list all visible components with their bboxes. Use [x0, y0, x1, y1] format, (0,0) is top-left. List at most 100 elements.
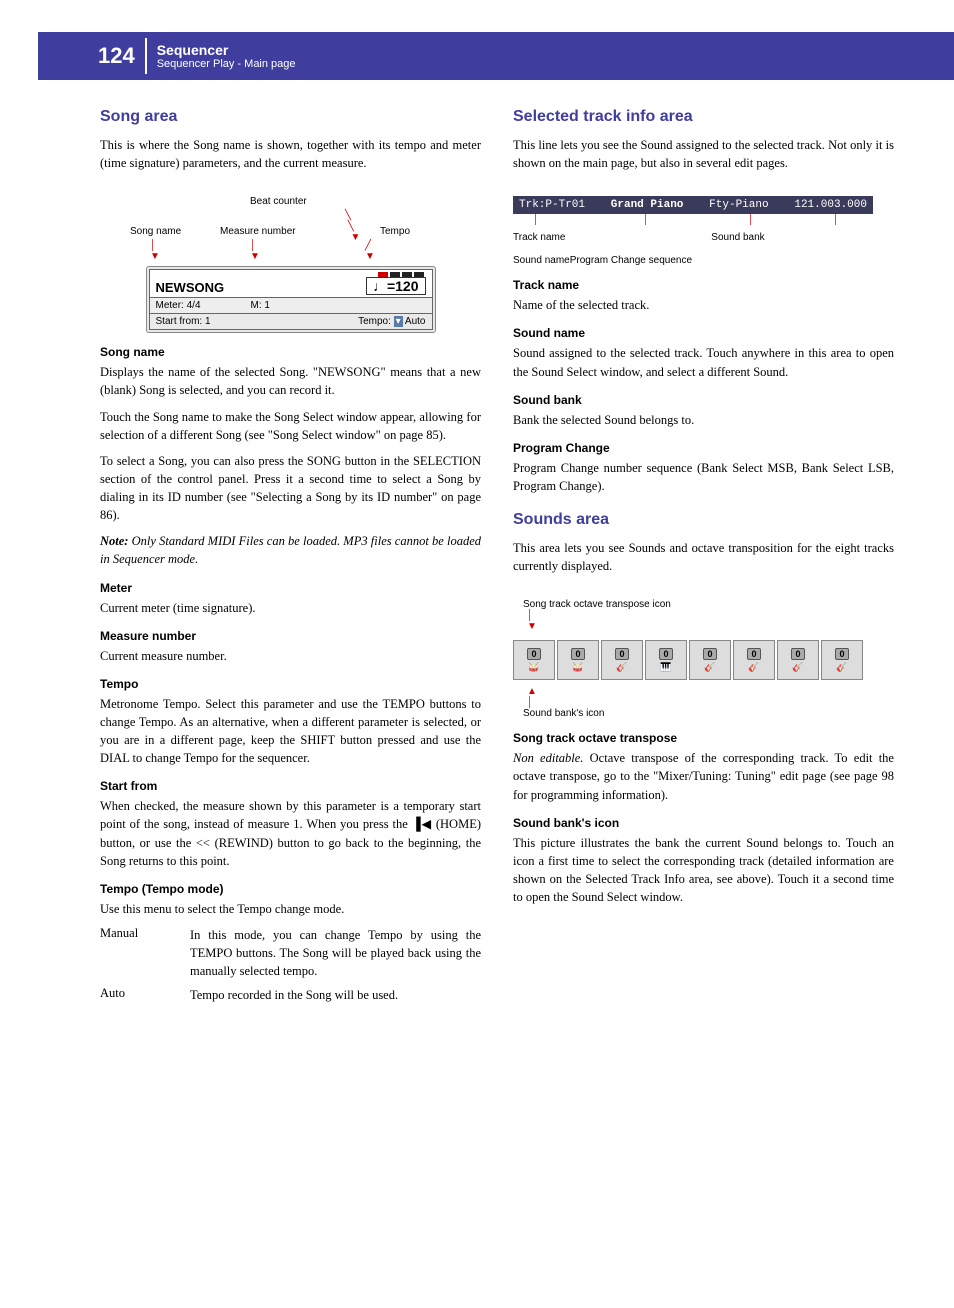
heading-tempo-mode: Tempo (Tempo mode)	[100, 882, 481, 896]
song-name-display: NEWSONG	[156, 280, 225, 295]
track-info-bar: Trk:P-Tr01 Grand Piano Fty-Piano 121.003…	[513, 196, 873, 214]
start-from-display: Start from: 1	[156, 316, 211, 327]
heading-sound-name: Sound name	[513, 326, 894, 340]
sound-name-p: Sound assigned to the selected track. To…	[513, 344, 894, 380]
heading-measure-number: Measure number	[100, 629, 481, 643]
label-octave-transpose: Song track octave transpose icon	[523, 599, 894, 610]
tempo-mode-list: Manual In this mode, you can change Temp…	[100, 926, 481, 1005]
label-program-change: Program Change sequence	[570, 255, 692, 266]
track-icon: 0🎸	[777, 640, 819, 680]
heading-track-name: Track name	[513, 278, 894, 292]
label-track-name: Track name	[513, 232, 603, 243]
heading-sound-bank: Sound bank	[513, 393, 894, 407]
bass-icon: 🎸	[616, 662, 627, 673]
octave-badge: 0	[571, 648, 584, 660]
guitar-icon: 🎸	[704, 662, 715, 673]
auto-term: Auto	[100, 986, 190, 1004]
arrow-icon: ╱▼	[365, 240, 375, 262]
manual-def: In this mode, you can change Tempo by us…	[190, 926, 481, 980]
arrow-icon: │	[533, 214, 539, 225]
track-icon: 0🎸	[821, 640, 863, 680]
tempo-mode-intro: Use this menu to select the Tempo change…	[100, 900, 481, 918]
arrow-icon: ▲│	[527, 686, 537, 708]
arrow-icon: │	[833, 214, 839, 225]
octave-badge: 0	[615, 648, 628, 660]
song-area-figure: Beat counter Song name Measure number Te…	[100, 196, 481, 333]
meter-display: Meter: 4/4	[156, 300, 201, 311]
piano-icon: 🎹	[660, 662, 671, 673]
program-change-p: Program Change number sequence (Bank Sel…	[513, 459, 894, 495]
track-id: Trk:P-Tr01	[519, 199, 585, 211]
header-subtitle: Sequencer Play - Main page	[157, 58, 296, 70]
heading-octave-transpose: Song track octave transpose	[513, 731, 894, 745]
start-from-p: When checked, the measure shown by this …	[100, 797, 481, 870]
heading-sound-bank-icon: Sound bank's icon	[513, 816, 894, 830]
track-icon: 0🎸	[689, 640, 731, 680]
right-column: Selected track info area This line lets …	[513, 108, 894, 1010]
label-tempo: Tempo	[380, 226, 410, 237]
sounds-area-figure: Song track octave transpose icon │▼ 0🥁 0…	[513, 599, 894, 719]
heading-song-area: Song area	[100, 108, 481, 126]
heading-tempo: Tempo	[100, 677, 481, 691]
octave-badge: 0	[527, 648, 540, 660]
heading-song-name: Song name	[100, 345, 481, 359]
drum-icon: 🥁	[572, 662, 583, 673]
left-column: Song area This is where the Song name is…	[100, 108, 481, 1010]
guitar-icon: 🎸	[836, 662, 847, 673]
song-name-note: Note: Only Standard MIDI Files can be lo…	[100, 532, 481, 568]
manual-term: Manual	[100, 926, 190, 980]
track-program-change: 121.003.000	[794, 199, 867, 211]
page-header: 124 Sequencer Sequencer Play - Main page	[38, 32, 954, 80]
tempo-p: Metronome Tempo. Select this parameter a…	[100, 695, 481, 768]
octave-badge: 0	[747, 648, 760, 660]
home-icon: ▐◀	[412, 817, 432, 831]
sounds-intro: This area lets you see Sounds and octave…	[513, 539, 894, 575]
track-sound-name: Grand Piano	[611, 199, 684, 211]
label-measure-number: Measure number	[220, 226, 296, 237]
page-number: 124	[98, 43, 135, 69]
heading-start-from: Start from	[100, 779, 481, 793]
arrow-icon: ╲ ╲ ▼	[345, 210, 360, 243]
track-icon: 0🥁	[557, 640, 599, 680]
sounds-strip: 0🥁 0🥁 0🎸 0🎹 0🎸 0🎸 0🎸 0🎸	[513, 640, 873, 680]
arrow-icon: │	[643, 214, 649, 225]
label-sound-name: Sound name	[513, 255, 570, 266]
octave-badge: 0	[703, 648, 716, 660]
track-icon: 0🎹	[645, 640, 687, 680]
tempo-label: Tempo:	[358, 316, 391, 327]
song-name-p1: Displays the name of the selected Song. …	[100, 363, 481, 399]
track-icon: 0🎸	[733, 640, 775, 680]
drum-icon: 🥁	[528, 662, 539, 673]
measure-display: M: 1	[251, 300, 270, 311]
header-title: Sequencer	[157, 42, 296, 58]
track-info-figure: Trk:P-Tr01 Grand Piano Fty-Piano 121.003…	[513, 196, 894, 266]
song-name-p2: Touch the Song name to make the Song Sel…	[100, 408, 481, 444]
song-area-intro: This is where the Song name is shown, to…	[100, 136, 481, 172]
heading-selected-track-info: Selected track info area	[513, 108, 894, 126]
track-name-p: Name of the selected track.	[513, 296, 894, 314]
octave-badge: 0	[659, 648, 672, 660]
divider	[145, 38, 147, 74]
label-song-name: Song name	[130, 226, 181, 237]
sound-bank-p: Bank the selected Sound belongs to.	[513, 411, 894, 429]
heading-meter: Meter	[100, 581, 481, 595]
guitar-icon: 🎸	[792, 662, 803, 673]
track-sound-bank: Fty-Piano	[709, 199, 768, 211]
guitar-icon: 🎸	[748, 662, 759, 673]
arrow-icon: │▼	[250, 240, 260, 262]
arrow-icon: │	[748, 214, 754, 225]
arrow-icon: │▼	[150, 240, 160, 262]
label-sound-bank: Sound bank	[693, 232, 783, 243]
track-icon: 0🥁	[513, 640, 555, 680]
song-name-p3: To select a Song, you can also press the…	[100, 452, 481, 525]
tempo-display: ♩=120	[366, 277, 426, 295]
tempo-mode-value: Auto	[405, 316, 426, 327]
octave-transpose-p: Non editable. Octave transpose of the co…	[513, 749, 894, 803]
auto-def: Tempo recorded in the Song will be used.	[190, 986, 481, 1004]
octave-badge: 0	[791, 648, 804, 660]
label-beat-counter: Beat counter	[250, 196, 307, 207]
heading-sounds-area: Sounds area	[513, 511, 894, 529]
arrow-icon: │▼	[527, 610, 537, 632]
track-icon: 0🎸	[601, 640, 643, 680]
heading-program-change: Program Change	[513, 441, 894, 455]
